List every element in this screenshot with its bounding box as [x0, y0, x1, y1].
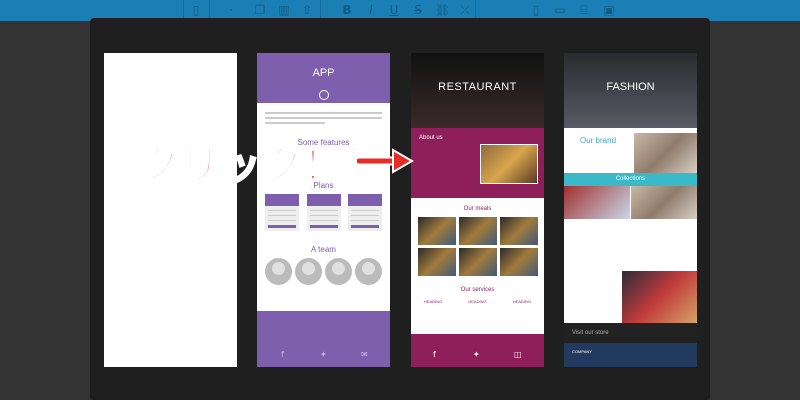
unlink-icon[interactable]: ⤫ [458, 3, 472, 17]
desktop-icon[interactable]: ▣ [602, 3, 616, 17]
right-panel [710, 21, 800, 400]
avatar [264, 258, 292, 285]
template-restaurant[interactable]: RESTAURANT About us Our meals Our servic… [411, 53, 544, 367]
service-heading: HEADING [512, 299, 531, 304]
avatar [325, 258, 353, 285]
strikethrough-icon[interactable]: S [411, 3, 425, 17]
left-panel [0, 21, 90, 400]
fashion-subtitle-placeholder [564, 96, 697, 100]
restaurant-subtitle-placeholder [411, 96, 544, 100]
plan-card [265, 194, 299, 231]
meal-gallery [411, 217, 544, 276]
twitter-icon: ✦ [320, 350, 327, 359]
app-team [257, 254, 390, 289]
restaurant-meals-heading: Our meals [463, 206, 492, 212]
file-icon[interactable]: ▯ [189, 3, 203, 17]
instagram-icon: ◫ [514, 350, 522, 359]
app-plans [257, 190, 390, 235]
restaurant-footer: f ✦ ◫ [411, 334, 544, 367]
meal-image [417, 217, 456, 245]
fashion-image [622, 271, 697, 323]
fashion-visit-store: Visit our store [564, 323, 697, 343]
service-heading: HEADING [468, 299, 487, 304]
facebook-icon: f [281, 350, 284, 359]
plan-card [306, 194, 341, 231]
twitter-icon: ✦ [473, 350, 480, 359]
tablet-icon[interactable]: ▭ [553, 3, 567, 17]
fashion-footer: COMPANY [564, 343, 697, 367]
fashion-image [564, 186, 630, 219]
text-line [265, 122, 325, 124]
text-line [265, 112, 382, 114]
plan-card [348, 194, 382, 231]
meal-image [499, 217, 538, 245]
service-heading: HEADING [424, 299, 443, 304]
template-blank[interactable] [104, 53, 237, 367]
link-icon[interactable]: ⛓ [435, 3, 450, 17]
restaurant-services: Our services HEADING HEADING HEADING [411, 283, 544, 333]
click-annotation: クリック！ [138, 142, 344, 190]
export-icon[interactable]: ⇧ [300, 3, 314, 17]
fashion-image [631, 186, 697, 219]
fashion-image [634, 133, 697, 173]
meal-image [458, 217, 497, 245]
fashion-hero: FASHION [564, 53, 697, 128]
mobile-icon[interactable]: ▯ [529, 3, 543, 17]
app-title: APP [312, 67, 335, 79]
restaurant-about-heading: About us [419, 135, 443, 141]
restaurant-services-heading: Our services [460, 287, 495, 293]
avatar [355, 258, 383, 285]
fashion-company-label: COMPANY [572, 349, 592, 354]
arrow-right-icon [357, 148, 414, 174]
text-line [265, 117, 382, 119]
app-logo-icon [318, 90, 329, 100]
app-team-heading: A team [311, 245, 336, 254]
app-subtitle-placeholder [257, 82, 390, 86]
meal-image [417, 248, 456, 276]
underline-icon[interactable]: U [387, 3, 401, 17]
laptop-icon[interactable]: ⌸ [577, 3, 591, 17]
restaurant-hero: RESTAURANT [411, 53, 544, 128]
meal-image [458, 248, 497, 276]
dot-icon: · [229, 3, 233, 17]
bold-icon[interactable]: B [340, 3, 354, 17]
app-footer: f ✦ ✉ [257, 311, 390, 367]
restaurant-food-image [480, 144, 538, 184]
delete-icon[interactable]: ▥ [277, 3, 291, 17]
mail-icon: ✉ [361, 350, 368, 359]
app-hero: APP [257, 53, 390, 103]
fashion-title: FASHION [606, 81, 655, 93]
restaurant-about: About us [411, 128, 544, 198]
template-fashion[interactable]: FASHION Our brand Collections Visit our … [564, 53, 697, 367]
restaurant-title: RESTAURANT [438, 81, 517, 93]
meal-image [499, 248, 538, 276]
italic-icon[interactable]: I [364, 3, 378, 17]
fashion-collections-banner: Collections [564, 173, 697, 186]
avatar [294, 258, 322, 285]
facebook-icon: f [433, 350, 436, 359]
template-app[interactable]: APP Some features Plans A team f ✦ ✉ [257, 53, 390, 367]
copy-icon[interactable]: ❐ [253, 3, 267, 17]
